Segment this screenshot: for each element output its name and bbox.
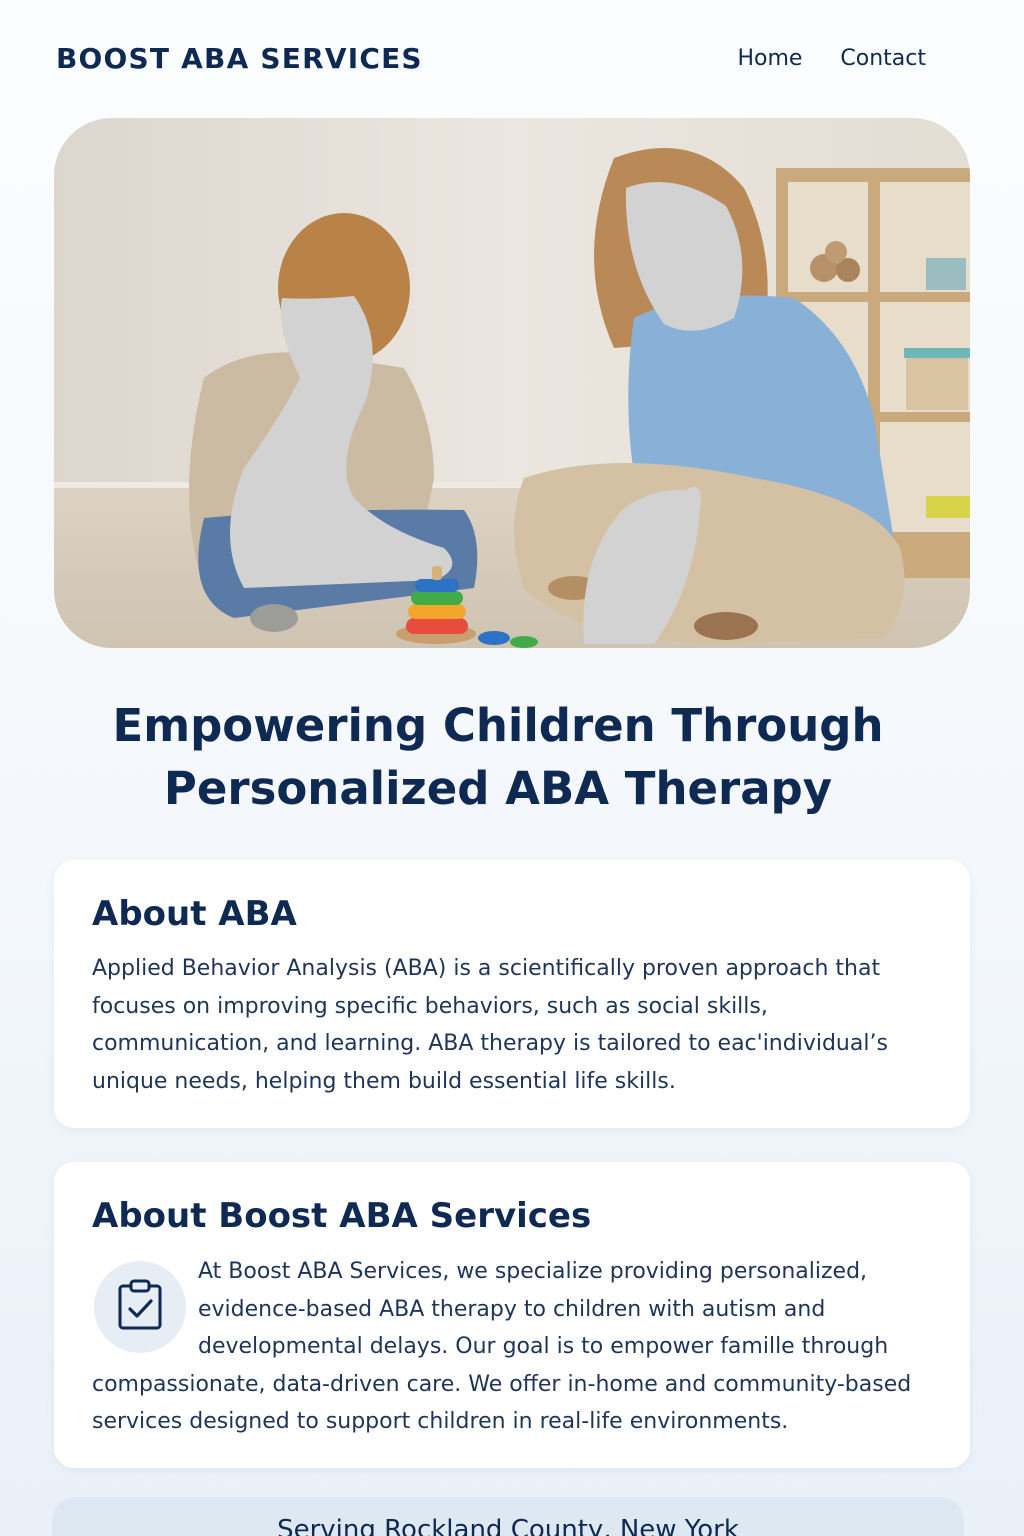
page-headline: Empowering Children Through Personalized…: [112, 699, 884, 815]
about-boost-title: About Boost ABA Services: [92, 1196, 592, 1236]
about-aba-text: Applied Behavior Analysis (ABA) is a sci…: [92, 956, 888, 1094]
site-header: BOOST ABA SERVICES Home Contact: [0, 0, 1024, 118]
clipboard-check-icon: [94, 1261, 186, 1353]
nav-contact-link[interactable]: Contact: [840, 46, 926, 71]
hero-photo: [54, 118, 970, 648]
clipboard-icon-wrapper: [92, 1257, 198, 1353]
brand-logo[interactable]: BOOST ABA SERVICES: [56, 42, 423, 75]
about-boost-card: About Boost ABA Services At Boost ABA Se…: [54, 1162, 970, 1468]
hero-image: [54, 118, 970, 648]
main-nav: Home Contact: [737, 46, 926, 71]
about-boost-text: At Boost ABA Services, we specialize pro…: [92, 1259, 912, 1434]
service-area-text: Serving Rockland County, New York: [277, 1515, 739, 1536]
about-boost-content: At Boost ABA Services, we specialize pro…: [92, 1253, 938, 1441]
service-area-banner: Serving Rockland County, New York: [52, 1497, 964, 1536]
about-aba-card: About ABA Applied Behavior Analysis (ABA…: [54, 860, 970, 1128]
nav-home-link[interactable]: Home: [737, 46, 802, 71]
about-aba-title: About ABA: [92, 894, 297, 934]
